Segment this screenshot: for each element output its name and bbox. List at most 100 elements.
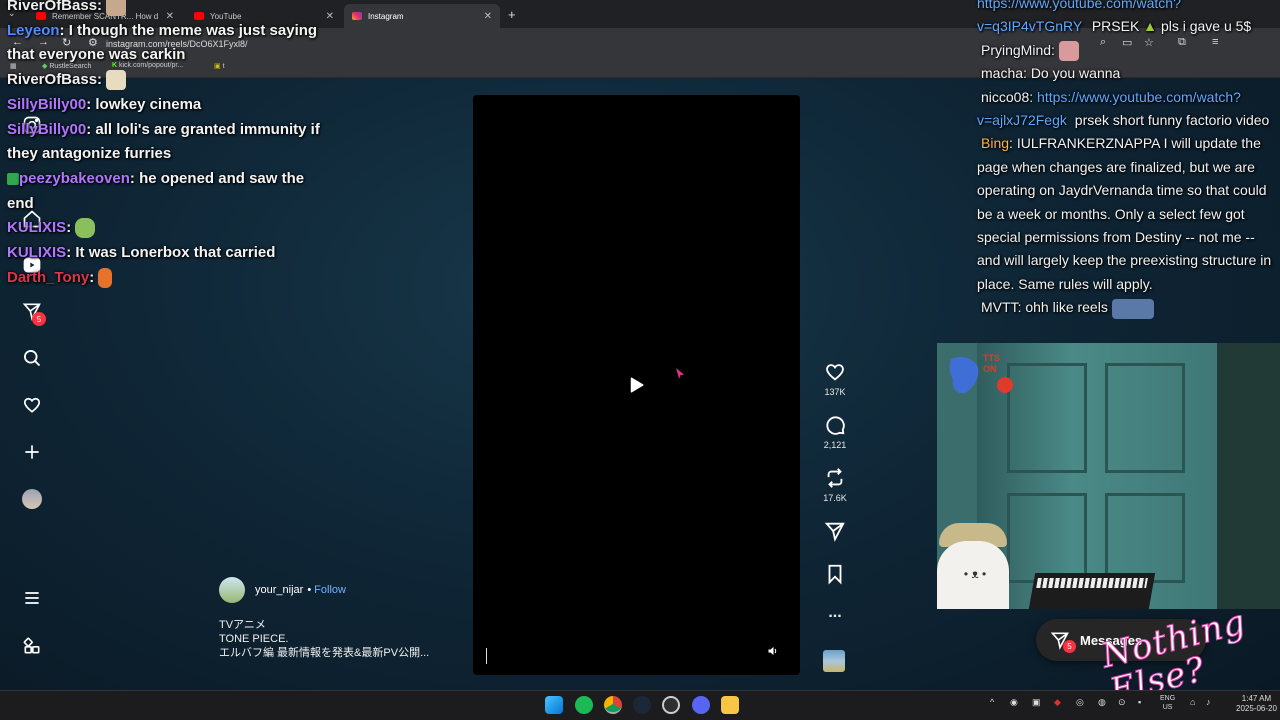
character-face: • ᴥ • xyxy=(963,567,987,581)
clock-time: 1:47 AM xyxy=(1241,694,1272,703)
chat-message: RiverOfBass: xyxy=(7,0,327,19)
menu-icon[interactable] xyxy=(21,587,43,609)
comment-count: 2,121 xyxy=(823,440,847,450)
chat-username: macha xyxy=(981,65,1024,82)
chat-text: Do you wanna xyxy=(1030,65,1121,82)
bookmark-icon xyxy=(828,564,842,585)
tray-app-icon[interactable]: ◍ xyxy=(1098,697,1106,708)
tray-app-icon[interactable]: ▪ xyxy=(1138,697,1141,707)
emote-image xyxy=(106,0,127,17)
chat-username: MVTT xyxy=(981,299,1018,316)
also-from-meta-icon[interactable] xyxy=(21,635,43,657)
system-clock[interactable]: 1:47 AM 2025-06-20 xyxy=(1236,694,1277,714)
emote-image xyxy=(98,267,113,288)
chat-username: Leyeon xyxy=(7,21,60,39)
repost-count: 17.6K xyxy=(823,493,847,503)
chat-username: KULIXIS xyxy=(7,219,67,237)
repost-action[interactable]: 17.6K xyxy=(814,467,856,503)
save-action[interactable] xyxy=(814,563,856,589)
caption-line: エルバフ編 最新情報を発表&最新PV公開... xyxy=(219,647,430,659)
like-count: 137K xyxy=(824,387,846,397)
chat-username: RiverOfBass xyxy=(7,71,98,89)
more-options-icon[interactable]: ... xyxy=(814,604,856,622)
piano-keys xyxy=(1036,578,1148,588)
follow-button[interactable]: Follow xyxy=(314,584,346,596)
emote-image xyxy=(1058,41,1079,62)
chat-message: PryingMind: xyxy=(977,39,1280,62)
microphone-icon[interactable]: ⊙ xyxy=(1118,697,1126,708)
chat-text: IULFRANKERZNAPPA I will update the page … xyxy=(977,135,1272,292)
author-username[interactable]: your_nijar xyxy=(255,584,303,596)
tray-overflow-icon[interactable]: ^ xyxy=(990,697,994,707)
chat-username: peezybakeoven xyxy=(19,169,130,187)
share-icon xyxy=(824,522,845,542)
chat-username: RiverOfBass xyxy=(7,0,98,14)
chat-username: Bing xyxy=(981,135,1010,152)
chat-text: prsek short funny factorio video xyxy=(1074,112,1270,129)
search-icon[interactable] xyxy=(21,347,43,369)
spotify-icon[interactable] xyxy=(575,696,593,714)
notifications-heart-icon[interactable] xyxy=(21,394,43,416)
windows-start-icon[interactable] xyxy=(545,696,563,714)
chat-username: KULIXIS xyxy=(7,244,67,262)
notification-badge: 5 xyxy=(32,312,46,326)
volume-icon[interactable] xyxy=(763,641,783,661)
audio-thumbnail[interactable] xyxy=(823,650,845,672)
messages-count-badge: 5 xyxy=(1063,640,1076,653)
like-action[interactable]: 137K xyxy=(814,361,856,397)
chat-text: lowkey cinema xyxy=(95,95,202,113)
play-icon[interactable] xyxy=(627,376,645,399)
steam-icon[interactable] xyxy=(633,696,651,714)
door-panel xyxy=(1007,493,1087,583)
share-action[interactable] xyxy=(814,520,856,546)
profile-avatar[interactable] xyxy=(21,488,43,510)
chat-message: SillyBilly00: all loli's are granted imm… xyxy=(7,120,320,163)
chat-username: Darth_Tony xyxy=(7,268,90,286)
tab-instagram[interactable]: Instagram ✕ xyxy=(344,4,500,28)
emote-image xyxy=(75,218,96,239)
volume-tray-icon[interactable]: ♪ xyxy=(1206,697,1211,707)
chat-message: MVTT: ohh like reels xyxy=(977,296,1280,319)
tray-app-icon[interactable]: ▣ xyxy=(1032,697,1041,708)
chat-message: SillyBilly00: lowkey cinema xyxy=(7,95,202,113)
heart-icon xyxy=(826,364,844,381)
chat-message: KULIXIS: xyxy=(7,216,327,241)
caption-line: TVアニメ xyxy=(219,619,266,631)
chat-username: PRSEK xyxy=(1091,18,1140,35)
reel-caption[interactable]: TVアニメ TONE PIECE. エルバフ編 最新情報を発表&最新PV公開..… xyxy=(219,618,429,660)
network-icon[interactable]: ⌂ xyxy=(1190,697,1195,707)
tts-label: TTS ON xyxy=(983,353,1000,374)
chat-text: It was Lonerbox that carried xyxy=(75,244,276,262)
emote-image xyxy=(106,70,127,91)
door-panel xyxy=(1007,363,1087,473)
sub-badge-icon xyxy=(7,172,19,185)
tray-app-icon[interactable]: ◆ xyxy=(1054,697,1061,708)
obs-icon[interactable] xyxy=(662,696,680,714)
triangle-emote: ▲ xyxy=(1139,18,1161,35)
chat-message: KULIXIS: It was Lonerbox that carried xyxy=(7,244,276,262)
chat-text: pls i gave u 5$ xyxy=(1160,18,1252,35)
tray-app-icon[interactable]: ◎ xyxy=(1076,697,1084,708)
discord-icon[interactable] xyxy=(692,696,710,714)
door-panel xyxy=(1105,493,1185,583)
text-caret xyxy=(486,648,487,664)
create-plus-icon[interactable] xyxy=(21,441,43,463)
tray-app-icon[interactable]: ◉ xyxy=(1010,697,1018,708)
stream-chat-right: https://www.youtube.com/watch?v=q3IP4vTG… xyxy=(977,0,1280,320)
comment-action[interactable]: 2,121 xyxy=(814,414,856,450)
language-code: ENG xyxy=(1160,695,1176,702)
clock-date: 2025-06-20 xyxy=(1236,704,1277,713)
close-icon[interactable]: ✕ xyxy=(484,11,492,22)
author-avatar[interactable] xyxy=(219,577,245,603)
chat-message: peezybakeoven: he opened and saw the end xyxy=(7,169,305,212)
file-explorer-icon[interactable] xyxy=(721,696,739,714)
chat-username: SillyBilly00 xyxy=(7,120,87,138)
new-tab-button[interactable]: + xyxy=(508,7,516,22)
chat-username: PryingMind xyxy=(981,41,1052,58)
chat-message: RiverOfBass: xyxy=(7,68,327,93)
chat-message: macha: Do you wanna xyxy=(981,65,1121,82)
door-panel xyxy=(1105,363,1185,473)
chrome-icon[interactable] xyxy=(604,696,622,714)
language-indicator[interactable]: ENG US xyxy=(1160,694,1175,712)
stream-chat-left: RiverOfBass: Leyeon: I though the meme w… xyxy=(7,0,327,290)
